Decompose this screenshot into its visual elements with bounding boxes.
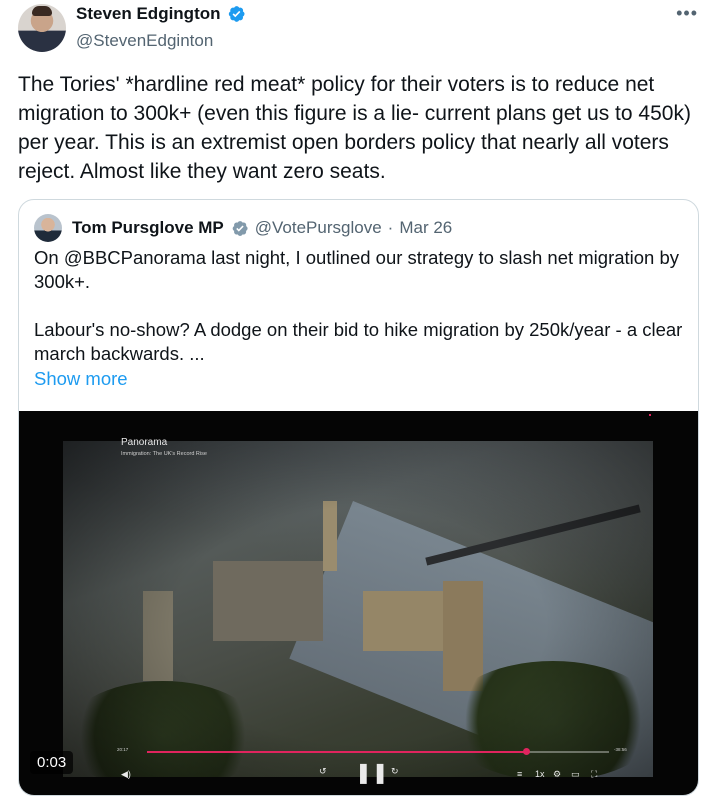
tweet-text: The Tories' *hardline red meat* policy f…: [18, 73, 691, 183]
forward-10-icon[interactable]: ↻: [391, 767, 399, 776]
author-handle[interactable]: @StevenEdginton: [76, 31, 246, 51]
government-verified-badge-icon: [232, 220, 248, 236]
speed-1x-icon[interactable]: 1x: [535, 770, 545, 779]
video-player[interactable]: Panorama Immigration: The UK's Record Ri…: [19, 411, 698, 795]
quoted-paragraph-1: On @BBCPanorama last night, I outlined o…: [34, 247, 680, 292]
fullscreen-icon[interactable]: ⛶: [591, 770, 597, 779]
captions-icon[interactable]: ≡: [517, 770, 522, 779]
video-episode-title: Immigration: The UK's Record Rise: [121, 451, 207, 457]
pause-icon[interactable]: ❚❚: [355, 763, 389, 783]
rewind-10-icon[interactable]: ↺: [319, 767, 327, 776]
quoted-tweet-date[interactable]: Mar 26: [399, 218, 452, 238]
author-name[interactable]: Steven Edgington: [76, 4, 221, 24]
vignette: [63, 441, 653, 777]
video-timestamp-badge: 0:03: [30, 751, 74, 774]
quoted-tweet-header: Tom Pursglove MP @VotePursglove · Mar 26: [34, 214, 452, 242]
pip-icon[interactable]: ▭: [571, 770, 580, 779]
progress-fill: [147, 751, 526, 753]
more-options-icon[interactable]: •••: [676, 4, 698, 22]
progress-bar[interactable]: [147, 748, 609, 755]
live-indicator-dot: [649, 414, 651, 416]
author-avatar[interactable]: [18, 4, 66, 52]
quoted-tweet-text: On @BBCPanorama last night, I outlined o…: [34, 246, 684, 366]
quoted-tweet-card[interactable]: Tom Pursglove MP @VotePursglove · Mar 26…: [18, 199, 699, 796]
separator-dot: ·: [387, 218, 394, 237]
remaining-time: -38:56: [614, 747, 627, 752]
video-frame[interactable]: [63, 441, 653, 777]
volume-icon[interactable]: ◀): [121, 770, 131, 779]
settings-icon[interactable]: ⚙: [553, 770, 561, 779]
show-more-link[interactable]: Show more: [34, 368, 128, 390]
video-channel-title: Panorama: [121, 437, 168, 448]
quoted-author-name[interactable]: Tom Pursglove MP: [72, 218, 224, 238]
progress-scrubber[interactable]: [522, 748, 530, 755]
elapsed-time: 20:17: [117, 747, 129, 752]
verified-badge-icon: [228, 6, 245, 22]
quoted-paragraph-2: Labour's no-show? A dodge on their bid t…: [34, 319, 683, 364]
quoted-author-avatar[interactable]: [34, 214, 62, 242]
quoted-author-handle[interactable]: @VotePursglove: [255, 218, 382, 238]
author-block: Steven Edgington @StevenEdginton: [76, 4, 246, 51]
